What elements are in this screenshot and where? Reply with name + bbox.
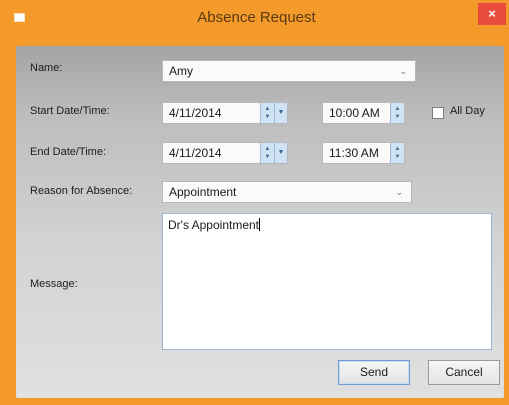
- end-date-value: 4/11/2014: [169, 146, 222, 160]
- name-label: Name:: [30, 62, 63, 74]
- end-date-dropdown-icon[interactable]: ▼: [274, 143, 287, 163]
- close-icon: ×: [488, 6, 496, 21]
- start-time-spinner-icon[interactable]: ▲ ▼: [390, 103, 404, 123]
- start-datetime-label: Start Date/Time:: [30, 105, 110, 117]
- end-time-spinner-icon[interactable]: ▲ ▼: [390, 143, 404, 163]
- chevron-down-icon[interactable]: ⌄: [399, 61, 407, 81]
- reason-value: Appointment: [169, 185, 237, 199]
- send-button[interactable]: Send: [338, 360, 410, 385]
- end-time-picker[interactable]: 11:30 AM ▲ ▼: [322, 142, 405, 164]
- start-date-value: 4/11/2014: [169, 106, 222, 120]
- end-date-spinner-icon[interactable]: ▲ ▼: [260, 143, 274, 163]
- message-label: Message:: [30, 278, 78, 290]
- text-caret: [259, 218, 261, 231]
- start-time-value: 10:00 AM: [329, 106, 380, 120]
- name-value: Amy: [169, 64, 193, 78]
- window-title: Absence Request: [197, 9, 316, 26]
- start-time-picker[interactable]: 10:00 AM ▲ ▼: [322, 102, 405, 124]
- start-date-dropdown-icon[interactable]: ▼: [274, 103, 287, 123]
- end-time-value: 11:30 AM: [329, 146, 379, 160]
- name-combobox[interactable]: Amy ⌄: [162, 60, 416, 82]
- all-day-checkbox[interactable]: [432, 107, 444, 119]
- chevron-down-icon[interactable]: ⌄: [395, 182, 403, 202]
- start-date-spinner-icon[interactable]: ▲ ▼: [260, 103, 274, 123]
- title-bar[interactable]: Absence Request ×: [4, 0, 509, 34]
- message-text: Dr's Appointment: [168, 218, 260, 232]
- reason-label: Reason for Absence:: [30, 185, 133, 197]
- close-button[interactable]: ×: [478, 3, 506, 25]
- reason-combobox[interactable]: Appointment ⌄: [162, 181, 412, 203]
- message-textarea[interactable]: Dr's Appointment: [162, 213, 492, 350]
- cancel-button[interactable]: Cancel: [428, 360, 500, 385]
- end-date-picker[interactable]: 4/11/2014 ▲ ▼ ▼: [162, 142, 288, 164]
- end-datetime-label: End Date/Time:: [30, 146, 107, 158]
- absence-request-window: Absence Request × Name: Amy ⌄ Start Date…: [4, 0, 509, 405]
- form-panel: Name: Amy ⌄ Start Date/Time: 4/11/2014 ▲…: [16, 46, 504, 398]
- all-day-label: All Day: [450, 105, 485, 117]
- start-date-picker[interactable]: 4/11/2014 ▲ ▼ ▼: [162, 102, 288, 124]
